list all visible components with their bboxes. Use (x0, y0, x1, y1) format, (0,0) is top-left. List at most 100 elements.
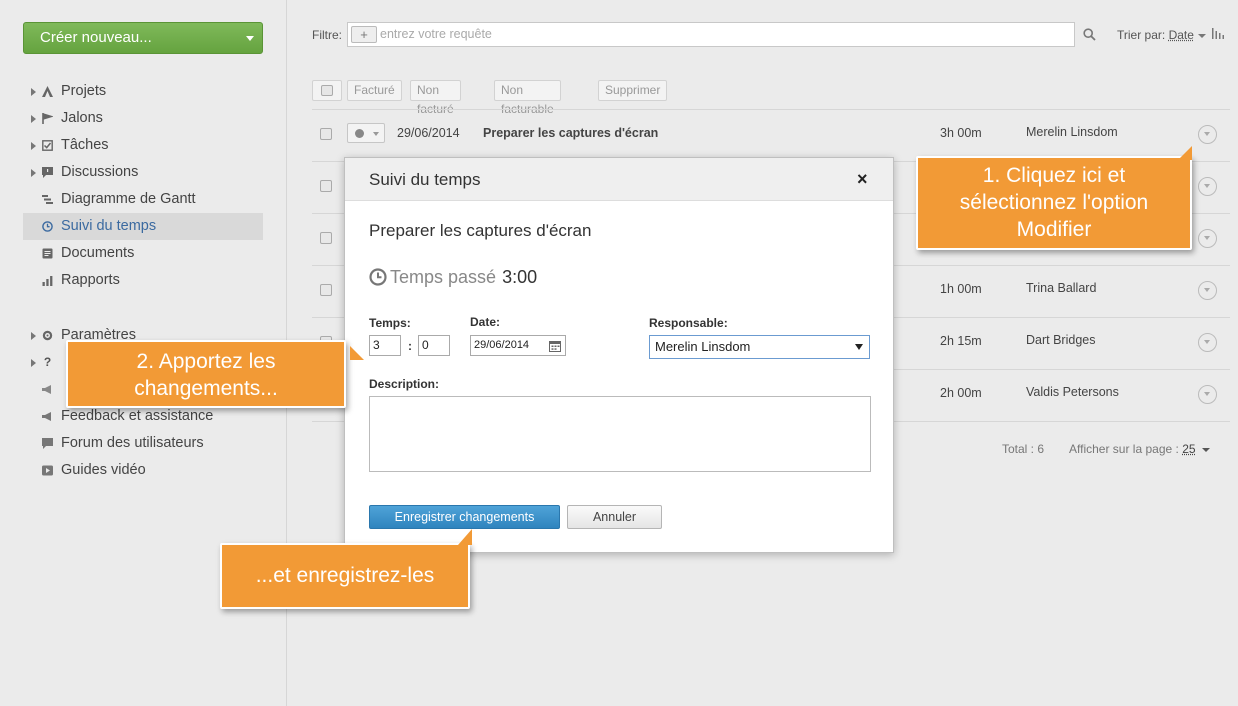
chevron-down-icon[interactable] (1201, 447, 1210, 452)
row-options-icon[interactable] (1198, 229, 1217, 248)
callout-line: sélectionnez l'option (959, 191, 1149, 214)
filter-label: Filtre: (312, 28, 342, 42)
row-title[interactable]: Preparer les captures d'écran (483, 126, 658, 140)
mark-non-billable-button[interactable]: Non facturable (494, 80, 561, 116)
document-icon (42, 248, 53, 259)
mark-unbilled-button[interactable]: Non facturé (410, 80, 461, 116)
sidebar-item-label: Jalons (61, 110, 103, 126)
row-duration: 2h 15m (940, 334, 982, 348)
calendar-icon[interactable] (549, 339, 561, 352)
row-user: Merelin Linsdom (1026, 125, 1118, 139)
row-checkbox[interactable] (320, 128, 332, 140)
callout-line: 2. Apportez les (136, 350, 276, 373)
help-icon: ? (43, 355, 52, 369)
per-page-control[interactable]: Afficher sur la page : 25 (1069, 442, 1210, 456)
delete-button[interactable]: Supprimer (598, 80, 668, 101)
gantt-icon (42, 194, 53, 205)
expand-arrow-icon[interactable] (31, 169, 36, 177)
callout-line: ...et enregistrez-les (255, 564, 435, 587)
row-checkbox[interactable] (320, 284, 332, 296)
video-icon (42, 465, 53, 476)
sidebar-item-projets[interactable]: Projets (23, 78, 263, 105)
sidebar-item-label: Suivi du temps (61, 218, 157, 234)
add-filter-icon[interactable]: + (351, 26, 377, 43)
expand-arrow-icon[interactable] (31, 115, 36, 123)
task-name: Preparer les captures d'écran (369, 221, 592, 240)
search-icon[interactable] (1083, 28, 1096, 41)
time-spent: Temps passé 3:00 (369, 267, 537, 291)
chevron-down-icon (373, 132, 379, 136)
sidebar-nav: Projets Jalons Tâches Discussions Diagra… (23, 78, 263, 294)
close-icon[interactable]: × (857, 169, 868, 190)
cancel-button[interactable]: Annuler (567, 505, 662, 529)
sidebar-item-suivi-du-temps[interactable]: Suivi du temps (23, 213, 263, 240)
gear-icon (42, 330, 53, 341)
sidebar-item-guides-video[interactable]: Guides vidéo (23, 457, 263, 484)
sort-value[interactable]: Date (1169, 28, 1194, 42)
clock-icon (42, 221, 53, 232)
owner-label: Responsable: (649, 316, 728, 330)
time-spent-label: Temps passé (390, 267, 497, 287)
save-changes-button[interactable]: Enregistrer changements (369, 505, 560, 529)
flag-icon (42, 113, 54, 124)
description-field[interactable] (369, 396, 871, 472)
sidebar-item-discussions[interactable]: Discussions (23, 159, 263, 186)
expand-arrow-icon[interactable] (31, 332, 36, 340)
row-date: 29/06/2014 (397, 126, 460, 140)
discussion-icon (42, 167, 53, 178)
expand-arrow-icon[interactable] (31, 142, 36, 150)
time-spent-value: 3:00 (502, 267, 538, 287)
sidebar-item-documents[interactable]: Documents (23, 240, 263, 267)
billing-status-dropdown[interactable] (347, 123, 385, 143)
filter-input[interactable]: + entrez votre requête (347, 22, 1075, 47)
sort-control[interactable]: Trier par: Date (1117, 28, 1224, 42)
owner-select[interactable]: Merelin Linsdom (649, 335, 870, 359)
sidebar-item-label: Feedback et assistance (61, 408, 214, 424)
checkbox-icon (321, 85, 333, 96)
row-duration: 2h 00m (940, 386, 982, 400)
modal-title: Suivi du temps (369, 170, 481, 189)
per-page-value[interactable]: 25 (1182, 442, 1195, 456)
date-value: 29/06/2014 (474, 339, 530, 351)
row-checkbox[interactable] (320, 232, 332, 244)
time-label: Temps: (369, 316, 411, 330)
megaphone-icon (42, 411, 53, 422)
row-options-icon[interactable] (1198, 177, 1217, 196)
sidebar-item-label: Diagramme de Gantt (61, 191, 196, 207)
sidebar-item-label: Documents (61, 245, 135, 261)
sidebar-item-forum[interactable]: Forum des utilisateurs (23, 430, 263, 457)
select-all-checkbox[interactable] (312, 80, 342, 101)
sidebar-item-gantt[interactable]: Diagramme de Gantt (23, 186, 263, 213)
hours-input[interactable]: 3 (369, 335, 401, 356)
callout-line: Modifier (1016, 218, 1092, 241)
row-options-icon[interactable] (1198, 281, 1217, 300)
sidebar-item-jalons[interactable]: Jalons (23, 105, 263, 132)
create-new-button[interactable]: Créer nouveau... (23, 22, 263, 54)
sidebar-item-taches[interactable]: Tâches (23, 132, 263, 159)
row-duration: 1h 00m (940, 282, 982, 296)
row-checkbox[interactable] (320, 180, 332, 192)
table-row: 29/06/2014 Preparer les captures d'écran… (312, 109, 1230, 161)
create-new-label: Créer nouveau... (40, 29, 152, 46)
callout-line: 1. Cliquez ici et (982, 164, 1126, 187)
sidebar-item-rapports[interactable]: Rapports (23, 267, 263, 294)
minutes-input[interactable]: 0 (418, 335, 450, 356)
sort-order-icon[interactable] (1211, 28, 1224, 42)
chart-icon (42, 275, 53, 286)
expand-arrow-icon[interactable] (31, 88, 36, 96)
row-options-icon[interactable] (1198, 333, 1217, 352)
row-options-icon[interactable] (1198, 125, 1217, 144)
chevron-down-icon (246, 36, 254, 41)
row-options-icon[interactable] (1198, 385, 1217, 404)
sidebar-item-label: Discussions (61, 164, 139, 180)
callout-line: changements... (134, 377, 278, 400)
modal-header: Suivi du temps × (345, 158, 893, 201)
forum-icon (42, 438, 53, 449)
sidebar-item-label: Rapports (61, 272, 120, 288)
sidebar-item-label: Tâches (61, 137, 109, 153)
sidebar-item-label: Projets (61, 83, 107, 99)
chevron-down-icon[interactable] (1197, 33, 1206, 38)
clock-icon (369, 268, 387, 291)
expand-arrow-icon[interactable] (31, 359, 36, 367)
mark-billed-button[interactable]: Facturé (347, 80, 402, 101)
